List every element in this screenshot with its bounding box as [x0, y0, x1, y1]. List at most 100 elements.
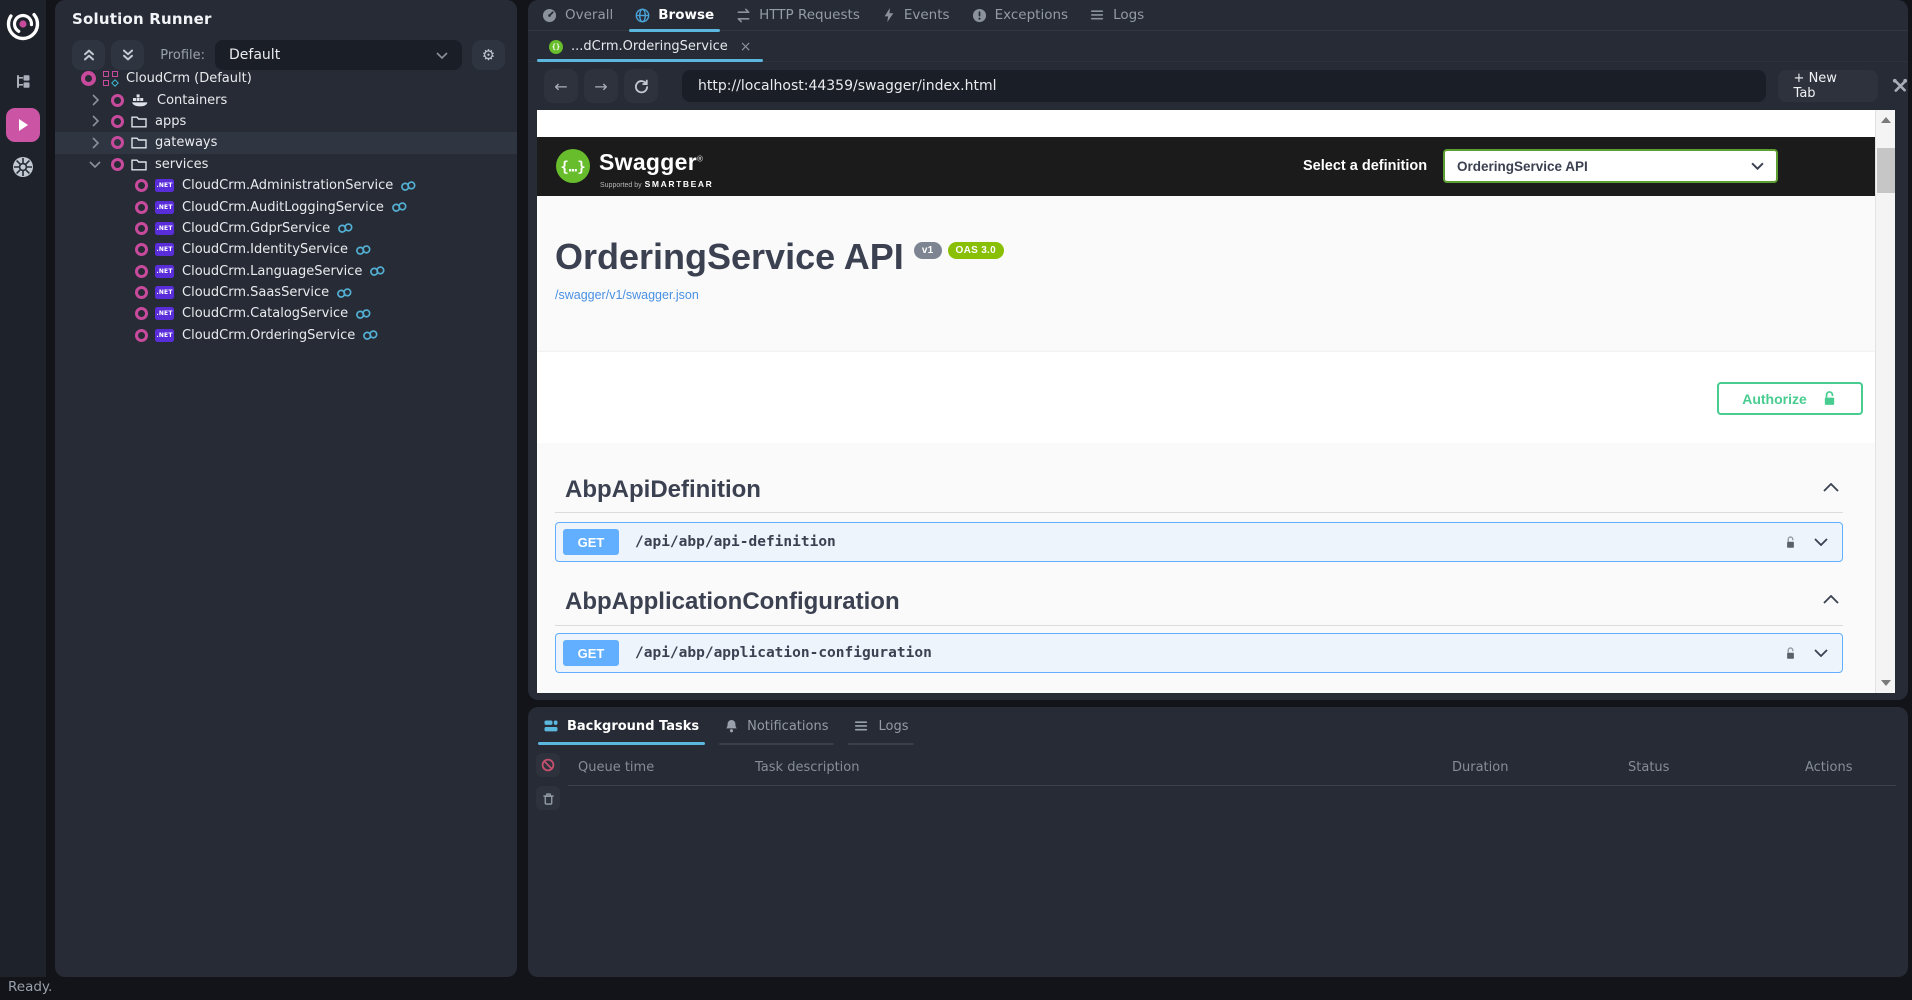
- chevron-down-icon[interactable]: [88, 157, 102, 171]
- status-bar: Ready.: [0, 977, 1912, 1000]
- url-input[interactable]: [682, 70, 1766, 102]
- main-panel: Overall Browse HTTP Requests Events Exce…: [528, 0, 1908, 700]
- tree-item-apps[interactable]: apps: [55, 111, 517, 132]
- section-divider: [555, 512, 1843, 513]
- swagger-topbar: {…} Swagger® Supported bySMARTBEAR Selec…: [537, 137, 1895, 196]
- lock-icon[interactable]: [1783, 646, 1798, 661]
- section-title: AbpApiDefinition: [565, 476, 761, 504]
- tree-item-service[interactable]: .NET CloudCrm.SaasService: [55, 282, 517, 303]
- tree-item-label: CloudCrm (Default): [126, 71, 252, 86]
- tree-item-service[interactable]: .NET CloudCrm.GdprService: [55, 218, 517, 239]
- dotnet-badge: .NET: [155, 222, 174, 235]
- profile-select-value: Default: [229, 47, 436, 63]
- tree-item-root[interactable]: CloudCrm (Default): [55, 68, 517, 89]
- tab-logs[interactable]: Logs: [1090, 0, 1144, 31]
- exclamation-circle-icon: [972, 8, 987, 23]
- tree-item-label: CloudCrm.LanguageService: [182, 264, 362, 279]
- tree-item-service[interactable]: .NET CloudCrm.LanguageService: [55, 261, 517, 282]
- close-icon[interactable]: ×: [740, 39, 752, 55]
- tree-item-label: CloudCrm.OrderingService: [182, 328, 355, 343]
- tree-item-label: gateways: [155, 135, 217, 150]
- module-status-icon: [135, 179, 148, 192]
- dotnet-badge: .NET: [155, 265, 174, 278]
- browser-navbar: ← → + New Tab: [528, 62, 1908, 110]
- folder-icon: [131, 115, 147, 128]
- tab-background-tasks[interactable]: Background Tasks: [544, 707, 699, 745]
- link-icon: [369, 266, 386, 276]
- panel-title: Solution Runner: [72, 10, 212, 28]
- scrollbar-track[interactable]: [1875, 110, 1895, 693]
- chevron-right-icon[interactable]: [88, 114, 102, 128]
- bell-icon: [725, 719, 738, 733]
- devtools-icon[interactable]: [1892, 78, 1908, 94]
- collapse-all-button[interactable]: [72, 40, 105, 70]
- dotnet-badge: .NET: [155, 286, 174, 299]
- authorize-button[interactable]: Authorize: [1717, 382, 1863, 415]
- tree-item-service[interactable]: .NET CloudCrm.OrderingService: [55, 325, 517, 346]
- chevron-up-icon[interactable]: [1823, 483, 1839, 492]
- column-header: Duration: [1452, 760, 1508, 775]
- expand-all-button[interactable]: [111, 40, 144, 70]
- reload-button[interactable]: [624, 69, 658, 103]
- swagger-logo-icon: {…}: [555, 148, 591, 184]
- scroll-down-icon[interactable]: [1881, 680, 1891, 686]
- tree-item-service[interactable]: .NET CloudCrm.IdentityService: [55, 239, 517, 260]
- forward-button[interactable]: →: [584, 69, 618, 103]
- solution-grid-icon: [103, 71, 118, 86]
- abp-studio-logo-icon: [5, 6, 41, 42]
- activity-rail: [0, 0, 46, 977]
- bolt-icon: [882, 8, 896, 22]
- bottom-panel: Background Tasks Notifications Logs Queu…: [528, 707, 1908, 977]
- tree-item-label: services: [155, 157, 208, 172]
- lock-icon[interactable]: [1783, 535, 1798, 550]
- tree-item-service[interactable]: .NET CloudCrm.AuditLoggingService: [55, 196, 517, 217]
- profile-select[interactable]: Default: [215, 40, 462, 70]
- browser-tab-title: ...dCrm.OrderingService: [571, 39, 728, 54]
- clear-tasks-button[interactable]: [536, 786, 560, 810]
- browser-tab[interactable]: {} ...dCrm.OrderingService ×: [537, 31, 763, 62]
- scrollbar-thumb[interactable]: [1877, 148, 1895, 193]
- spec-link[interactable]: /swagger/v1/swagger.json: [555, 288, 699, 302]
- solution-explorer-icon[interactable]: [15, 74, 31, 90]
- task-table-header: Queue time Task description Duration Sta…: [528, 760, 1908, 780]
- tree-item-label: apps: [155, 114, 186, 129]
- tree-item-label: CloudCrm.AdministrationService: [182, 178, 393, 193]
- operation-get-application-configuration[interactable]: GET /api/abp/application-configuration: [555, 633, 1843, 673]
- operation-get-api-definition[interactable]: GET /api/abp/api-definition: [555, 522, 1843, 562]
- solution-runner-icon[interactable]: [6, 108, 40, 142]
- tab-overall[interactable]: Overall: [542, 0, 613, 31]
- section-title: AbpApplicationConfiguration: [565, 588, 900, 616]
- new-tab-button[interactable]: + New Tab: [1778, 70, 1878, 102]
- module-status-icon: [111, 115, 124, 128]
- tab-notifications[interactable]: Notifications: [725, 707, 828, 745]
- tree-item-label: CloudCrm.AuditLoggingService: [182, 200, 384, 215]
- module-status-icon: [135, 201, 148, 214]
- tree-item-services[interactable]: services: [55, 154, 517, 175]
- link-icon: [355, 309, 372, 319]
- tab-browse[interactable]: Browse: [635, 0, 714, 31]
- chevron-up-icon[interactable]: [1823, 595, 1839, 604]
- definition-select[interactable]: OrderingService API: [1443, 149, 1778, 183]
- unlock-icon: [1821, 390, 1838, 407]
- chevron-right-icon[interactable]: [88, 93, 102, 107]
- tree-item-gateways[interactable]: gateways: [55, 132, 517, 153]
- tab-http-requests[interactable]: HTTP Requests: [736, 0, 860, 31]
- docker-icon: [131, 93, 149, 107]
- tree-item-label: CloudCrm.IdentityService: [182, 242, 348, 257]
- tree-item-service[interactable]: .NET CloudCrm.AdministrationService: [55, 175, 517, 196]
- tree-item-containers[interactable]: Containers: [55, 89, 517, 110]
- tab-events[interactable]: Events: [882, 0, 950, 31]
- gear-icon[interactable]: ⚙: [472, 40, 505, 70]
- swagger-operations: AbpApiDefinition GET /api/abp/api-defini…: [537, 443, 1895, 693]
- back-button[interactable]: ←: [544, 69, 578, 103]
- tab-exceptions[interactable]: Exceptions: [972, 0, 1068, 31]
- tree-item-label: CloudCrm.CatalogService: [182, 306, 348, 321]
- kubernetes-icon[interactable]: [11, 155, 35, 179]
- definition-select-value: OrderingService API: [1457, 159, 1751, 174]
- scroll-up-icon[interactable]: [1881, 117, 1891, 123]
- version-badge: v1: [914, 242, 942, 259]
- chevron-right-icon[interactable]: [88, 136, 102, 150]
- column-header: Actions: [1805, 760, 1853, 775]
- tab-bottom-logs[interactable]: Logs: [854, 707, 908, 745]
- tree-item-service[interactable]: .NET CloudCrm.CatalogService: [55, 303, 517, 324]
